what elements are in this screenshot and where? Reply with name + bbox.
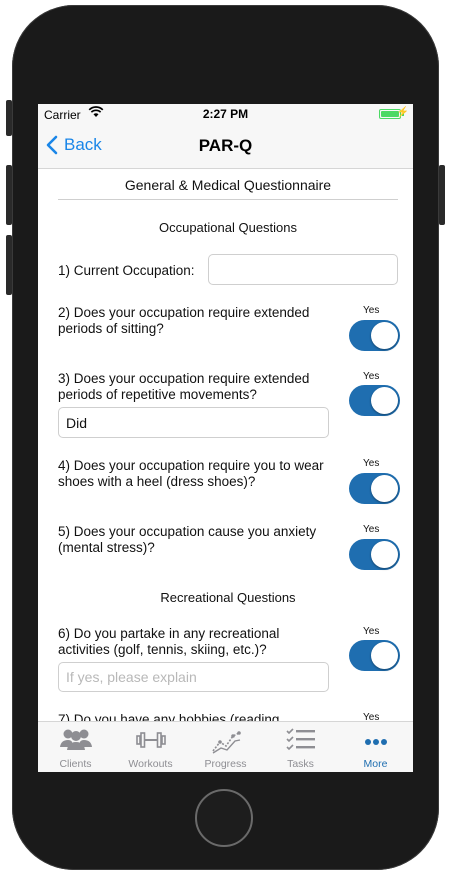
question-5-toggle[interactable]	[349, 539, 400, 570]
question-5-yes-label: Yes	[363, 524, 380, 535]
question-4-toggle[interactable]	[349, 473, 400, 504]
power-button	[439, 165, 445, 225]
tab-workouts[interactable]: Workouts	[113, 722, 188, 772]
tasks-icon	[286, 728, 315, 751]
tab-tasks-label: Tasks	[287, 758, 314, 770]
question-4-yes-label: Yes	[363, 458, 380, 469]
question-3-explain-input[interactable]	[58, 407, 329, 438]
mute-switch	[6, 100, 12, 136]
more-icon	[365, 739, 387, 745]
question-2-yes-label: Yes	[363, 305, 380, 316]
question-7-text: 7) Do you have any hobbies (reading,	[58, 712, 284, 721]
toggle-knob	[371, 475, 398, 502]
question-5-text: 5) Does your occupation cause you anxiet…	[58, 524, 317, 555]
question-6-toggle[interactable]	[349, 640, 400, 671]
toggle-knob	[371, 322, 398, 349]
question-6-yes-label: Yes	[363, 626, 380, 637]
question-6-text: 6) Do you partake in any recreational ac…	[58, 626, 280, 657]
occupation-input[interactable]	[208, 254, 398, 285]
navigation-bar: Back PAR-Q	[38, 124, 413, 169]
status-time: 2:27 PM	[202, 107, 249, 121]
tab-more-label: More	[363, 758, 388, 770]
dumbbell-icon	[136, 732, 166, 748]
progress-icon	[212, 731, 241, 754]
status-bar: Carrier 2:27 PM ⚡	[38, 104, 413, 124]
tab-clients-label: Clients	[59, 758, 92, 770]
charging-icon: ⚡	[396, 107, 409, 118]
question-4-text: 4) Does your occupation require you to w…	[58, 458, 324, 489]
page-title: PAR-Q	[198, 136, 253, 155]
tab-workouts-label: Workouts	[128, 758, 173, 770]
tab-bar: Clients Workouts Progress Tasks More	[38, 721, 413, 772]
toggle-knob	[371, 642, 398, 669]
volume-up-button	[6, 165, 12, 225]
tab-progress-label: Progress	[204, 758, 247, 770]
question-2-toggle[interactable]	[349, 320, 400, 351]
question-3-yes-label: Yes	[363, 371, 380, 382]
question-1-text: 1) Current Occupation:	[58, 263, 195, 278]
form-title: General & Medical Questionnaire	[124, 177, 332, 193]
phone-frame: Carrier 2:27 PM ⚡ Back PAR-Q General & M…	[0, 0, 451, 875]
question-7-yes-label: Yes	[363, 712, 380, 721]
title-divider	[58, 199, 398, 200]
tab-clients[interactable]: Clients	[38, 722, 113, 772]
app-screen: Carrier 2:27 PM ⚡ Back PAR-Q General & M…	[38, 104, 413, 772]
question-2-text: 2) Does your occupation require extended…	[58, 305, 310, 336]
question-6-explain-input[interactable]	[58, 662, 329, 692]
home-button[interactable]	[195, 789, 253, 847]
question-3-text: 3) Does your occupation require extended…	[58, 371, 310, 402]
clients-icon	[60, 729, 92, 750]
tab-more[interactable]: More	[338, 722, 413, 772]
toggle-knob	[371, 541, 398, 568]
toggle-knob	[371, 387, 398, 414]
recreational-heading: Recreational Questions	[160, 590, 296, 605]
volume-down-button	[6, 235, 12, 295]
question-3-toggle[interactable]	[349, 385, 400, 416]
occupational-heading: Occupational Questions	[158, 220, 298, 235]
tab-tasks[interactable]: Tasks	[263, 722, 338, 772]
tab-progress[interactable]: Progress	[188, 722, 263, 772]
questionnaire-scroll[interactable]: General & Medical Questionnaire Occupati…	[38, 169, 413, 721]
